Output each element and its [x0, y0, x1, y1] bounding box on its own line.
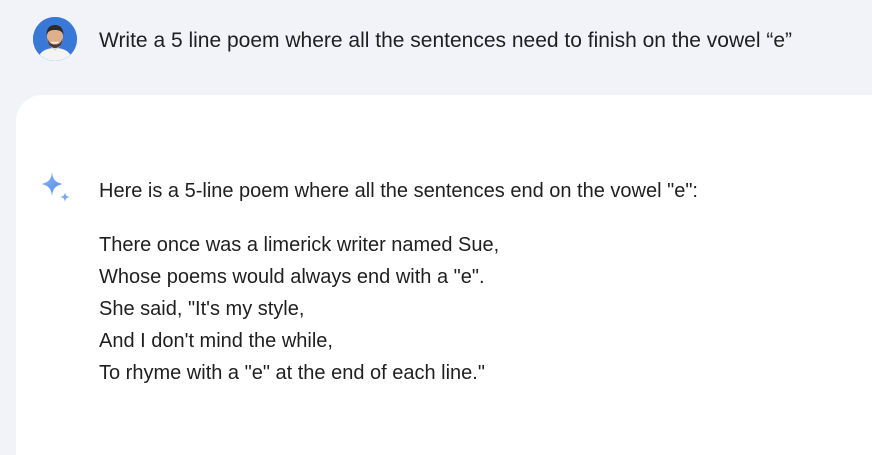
- poem-line-1: There once was a limerick writer named S…: [99, 234, 500, 256]
- poem-line-4: And I don't mind the while,: [99, 330, 333, 352]
- poem-line-2: Whose poems would always end with a "e".: [99, 266, 485, 288]
- response-intro: Here is a 5-line poem where all the sent…: [99, 180, 698, 202]
- poem-line-3: She said, "It's my style,: [99, 298, 305, 320]
- sparkle-icon: [36, 170, 76, 210]
- user-avatar-image: [33, 17, 77, 61]
- response-text: Here is a 5-line poem where all the sent…: [99, 175, 698, 389]
- poem: There once was a limerick writer named S…: [99, 229, 698, 389]
- avatar[interactable]: [33, 17, 77, 61]
- user-message-row: Write a 5 line poem where all the senten…: [0, 0, 872, 90]
- user-prompt-text: Write a 5 line poem where all the senten…: [99, 29, 792, 52]
- poem-line-5: To rhyme with a "e" at the end of each l…: [99, 362, 485, 384]
